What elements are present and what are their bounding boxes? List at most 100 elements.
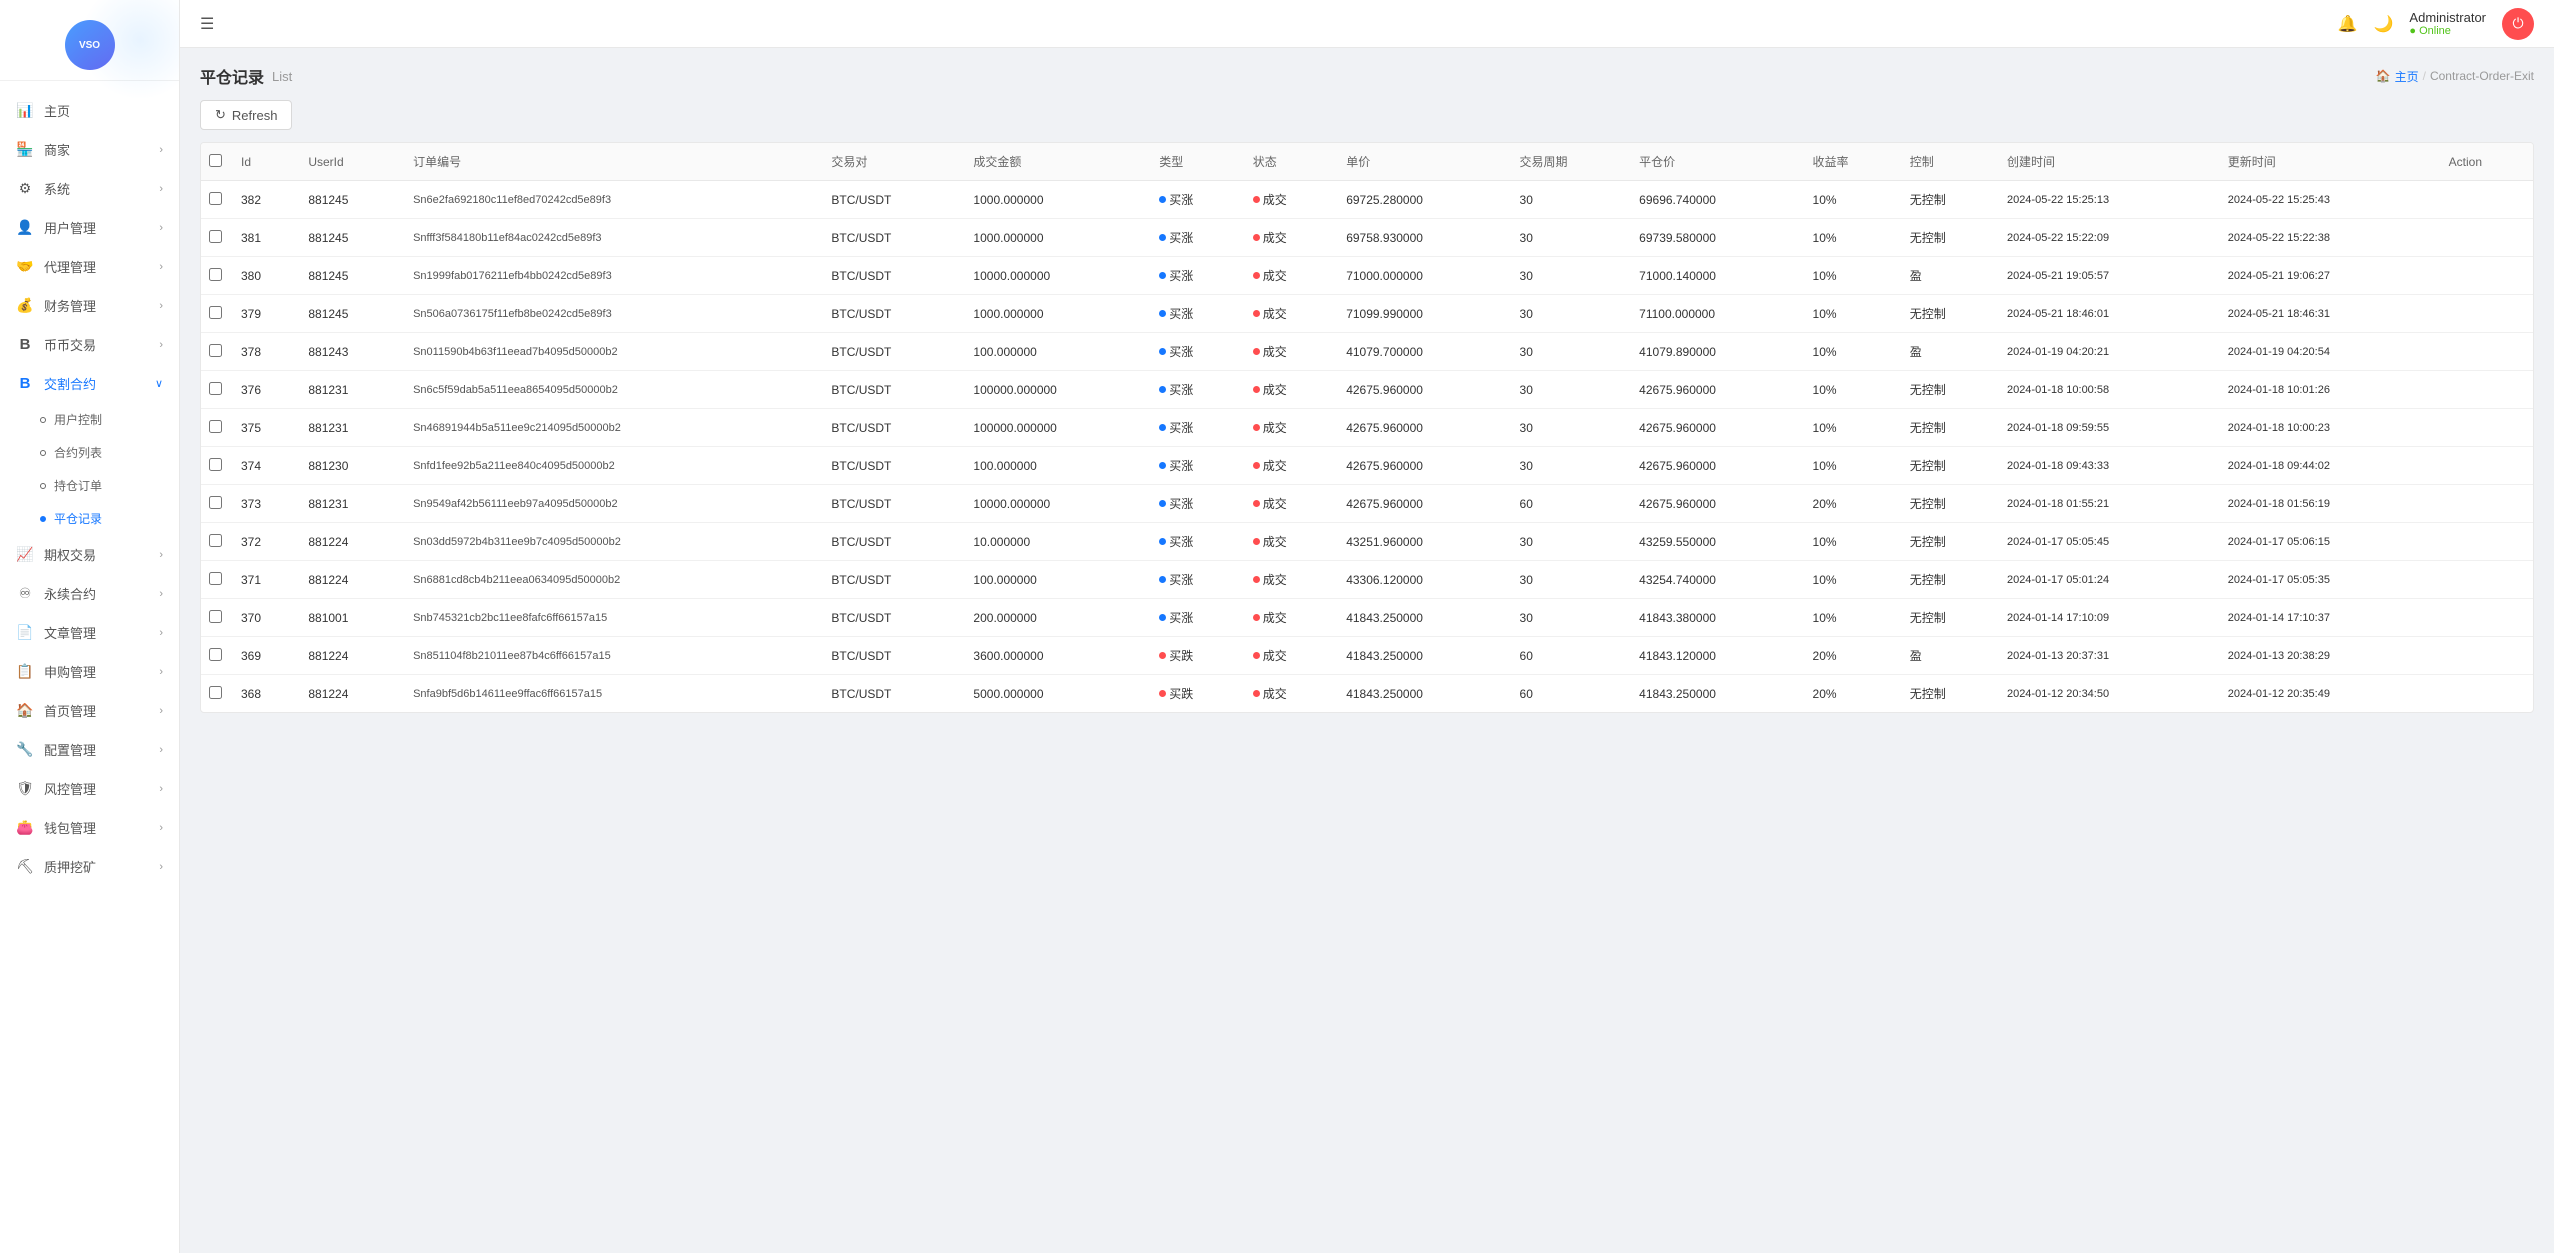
sidebar-item-merchant[interactable]: 🏪 商家 › (0, 130, 179, 169)
header-left: ☰ (200, 14, 214, 34)
cell-price: 71099.990000 (1338, 295, 1511, 333)
main-content: ☰ 🔔 🌙 Administrator ● Online ⏻ 平仓记录 List… (180, 0, 2554, 1253)
row-checkbox[interactable] (209, 496, 222, 509)
cell-id: 382 (233, 181, 300, 219)
table-body: 382 881245 Sn6e2fa692180c11ef8ed70242cd5… (201, 181, 2533, 713)
type-label: 买涨 (1169, 305, 1193, 322)
cell-amount: 100.000000 (965, 447, 1151, 485)
bell-icon[interactable]: 🔔 (2338, 14, 2358, 34)
row-checkbox[interactable] (209, 192, 222, 205)
table-row: 376 881231 Sn6c5f59dab5a511eea8654095d50… (201, 371, 2533, 409)
status-label: 成交 (1263, 457, 1287, 474)
cell-control: 盈 (1902, 333, 1999, 371)
cell-amount: 100.000000 (965, 333, 1151, 371)
cell-userid: 881224 (300, 523, 405, 561)
type-dot (1159, 462, 1166, 469)
cell-close-price: 71100.000000 (1631, 295, 1804, 333)
sidebar-item-options-trade[interactable]: 📈 期权交易 › (0, 535, 179, 574)
sidebar-item-apply-mgmt[interactable]: 📋 申购管理 › (0, 652, 179, 691)
cell-action (2441, 181, 2533, 219)
submenu-item-contract-list[interactable]: 合约列表 (0, 436, 179, 469)
row-checkbox[interactable] (209, 648, 222, 661)
cell-userid: 881001 (300, 599, 405, 637)
sidebar-item-label: 质押挖矿 (44, 857, 96, 876)
btc-icon: B (16, 336, 34, 353)
sidebar-item-system[interactable]: ⚙ 系统 › (0, 169, 179, 208)
cell-pair: BTC/USDT (823, 371, 965, 409)
cell-period: 30 (1512, 333, 1632, 371)
submenu-item-user-control[interactable]: 用户控制 (0, 403, 179, 436)
page-title-area: 平仓记录 List (200, 64, 292, 88)
cell-control: 无控制 (1902, 371, 1999, 409)
submenu-label: 合约列表 (54, 444, 102, 461)
sidebar-item-label: 交割合约 (44, 374, 96, 393)
row-checkbox[interactable] (209, 572, 222, 585)
table-row: 370 881001 Snb745321cb2bc11ee8fafc6ff661… (201, 599, 2533, 637)
options-icon: 📈 (16, 546, 34, 563)
sidebar-item-label: 钱包管理 (44, 818, 96, 837)
refresh-button[interactable]: ↻ Refresh (200, 100, 292, 130)
sidebar-item-config-mgmt[interactable]: 🔧 配置管理 › (0, 730, 179, 769)
header-right: 🔔 🌙 Administrator ● Online ⏻ (2338, 8, 2534, 40)
sidebar-item-finance-mgmt[interactable]: 💰 财务管理 › (0, 286, 179, 325)
row-checkbox-cell (201, 675, 233, 713)
sidebar-item-user-mgmt[interactable]: 👤 用户管理 › (0, 208, 179, 247)
hamburger-button[interactable]: ☰ (200, 14, 214, 34)
row-checkbox[interactable] (209, 382, 222, 395)
user-icon: 👤 (16, 219, 34, 236)
breadcrumb: 🏠 主页 / Contract-Order-Exit (2376, 68, 2534, 85)
cell-control: 无控制 (1902, 523, 1999, 561)
row-checkbox[interactable] (209, 306, 222, 319)
row-checkbox[interactable] (209, 458, 222, 471)
row-checkbox[interactable] (209, 344, 222, 357)
type-dot (1159, 234, 1166, 241)
cell-profit-rate: 10% (1805, 561, 1902, 599)
row-checkbox[interactable] (209, 534, 222, 547)
sidebar-item-mining[interactable]: ⛏ 质押挖矿 › (0, 847, 179, 886)
sidebar-item-coin-trade[interactable]: B 币币交易 › (0, 325, 179, 364)
sidebar-item-contract[interactable]: B 交割合约 ∨ (0, 364, 179, 403)
cell-userid: 881231 (300, 371, 405, 409)
row-checkbox[interactable] (209, 268, 222, 281)
apply-icon: 📋 (16, 663, 34, 680)
sidebar-item-risk-mgmt[interactable]: 🛡 风控管理 › (0, 769, 179, 808)
moon-icon[interactable]: 🌙 (2374, 14, 2394, 34)
cell-created: 2024-01-18 09:43:33 (1999, 447, 2220, 485)
sidebar-item-wallet-mgmt[interactable]: 👛 钱包管理 › (0, 808, 179, 847)
submenu-item-close-positions[interactable]: 平仓记录 (0, 502, 179, 535)
sidebar-item-label: 代理管理 (44, 257, 96, 276)
row-checkbox[interactable] (209, 230, 222, 243)
mining-icon: ⛏ (16, 858, 34, 875)
col-action: Action (2441, 143, 2533, 181)
sidebar-item-label: 首页管理 (44, 701, 96, 720)
sidebar-item-home-mgmt[interactable]: 🏠 首页管理 › (0, 691, 179, 730)
sidebar-item-home[interactable]: 📊 主页 (0, 91, 179, 130)
power-button[interactable]: ⏻ (2502, 8, 2534, 40)
status-label: 成交 (1263, 267, 1287, 284)
cell-userid: 881245 (300, 257, 405, 295)
cell-status: 成交 (1245, 181, 1338, 219)
cell-id: 372 (233, 523, 300, 561)
cell-updated: 2024-01-18 01:56:19 (2220, 485, 2441, 523)
cell-action (2441, 295, 2533, 333)
chevron-down-icon: ∨ (155, 377, 163, 390)
col-control: 控制 (1902, 143, 1999, 181)
col-profit-rate: 收益率 (1805, 143, 1902, 181)
cell-price: 41843.250000 (1338, 675, 1511, 713)
row-checkbox[interactable] (209, 420, 222, 433)
cell-userid: 881224 (300, 637, 405, 675)
cell-profit-rate: 10% (1805, 257, 1902, 295)
breadcrumb-home-link[interactable]: 主页 (2395, 68, 2419, 85)
row-checkbox[interactable] (209, 686, 222, 699)
cell-order-no: Snb745321cb2bc11ee8fafc6ff66157a15 (405, 599, 823, 637)
type-dot (1159, 538, 1166, 545)
sidebar-item-label: 风控管理 (44, 779, 96, 798)
cell-pair: BTC/USDT (823, 675, 965, 713)
sidebar-item-agent-mgmt[interactable]: 🤝 代理管理 › (0, 247, 179, 286)
sidebar-item-perpetual[interactable]: ♾ 永续合约 › (0, 574, 179, 613)
sidebar-item-article-mgmt[interactable]: 📄 文章管理 › (0, 613, 179, 652)
select-all-checkbox[interactable] (209, 154, 222, 167)
row-checkbox[interactable] (209, 610, 222, 623)
type-label: 买涨 (1169, 267, 1193, 284)
submenu-item-positions[interactable]: 持仓订单 (0, 469, 179, 502)
